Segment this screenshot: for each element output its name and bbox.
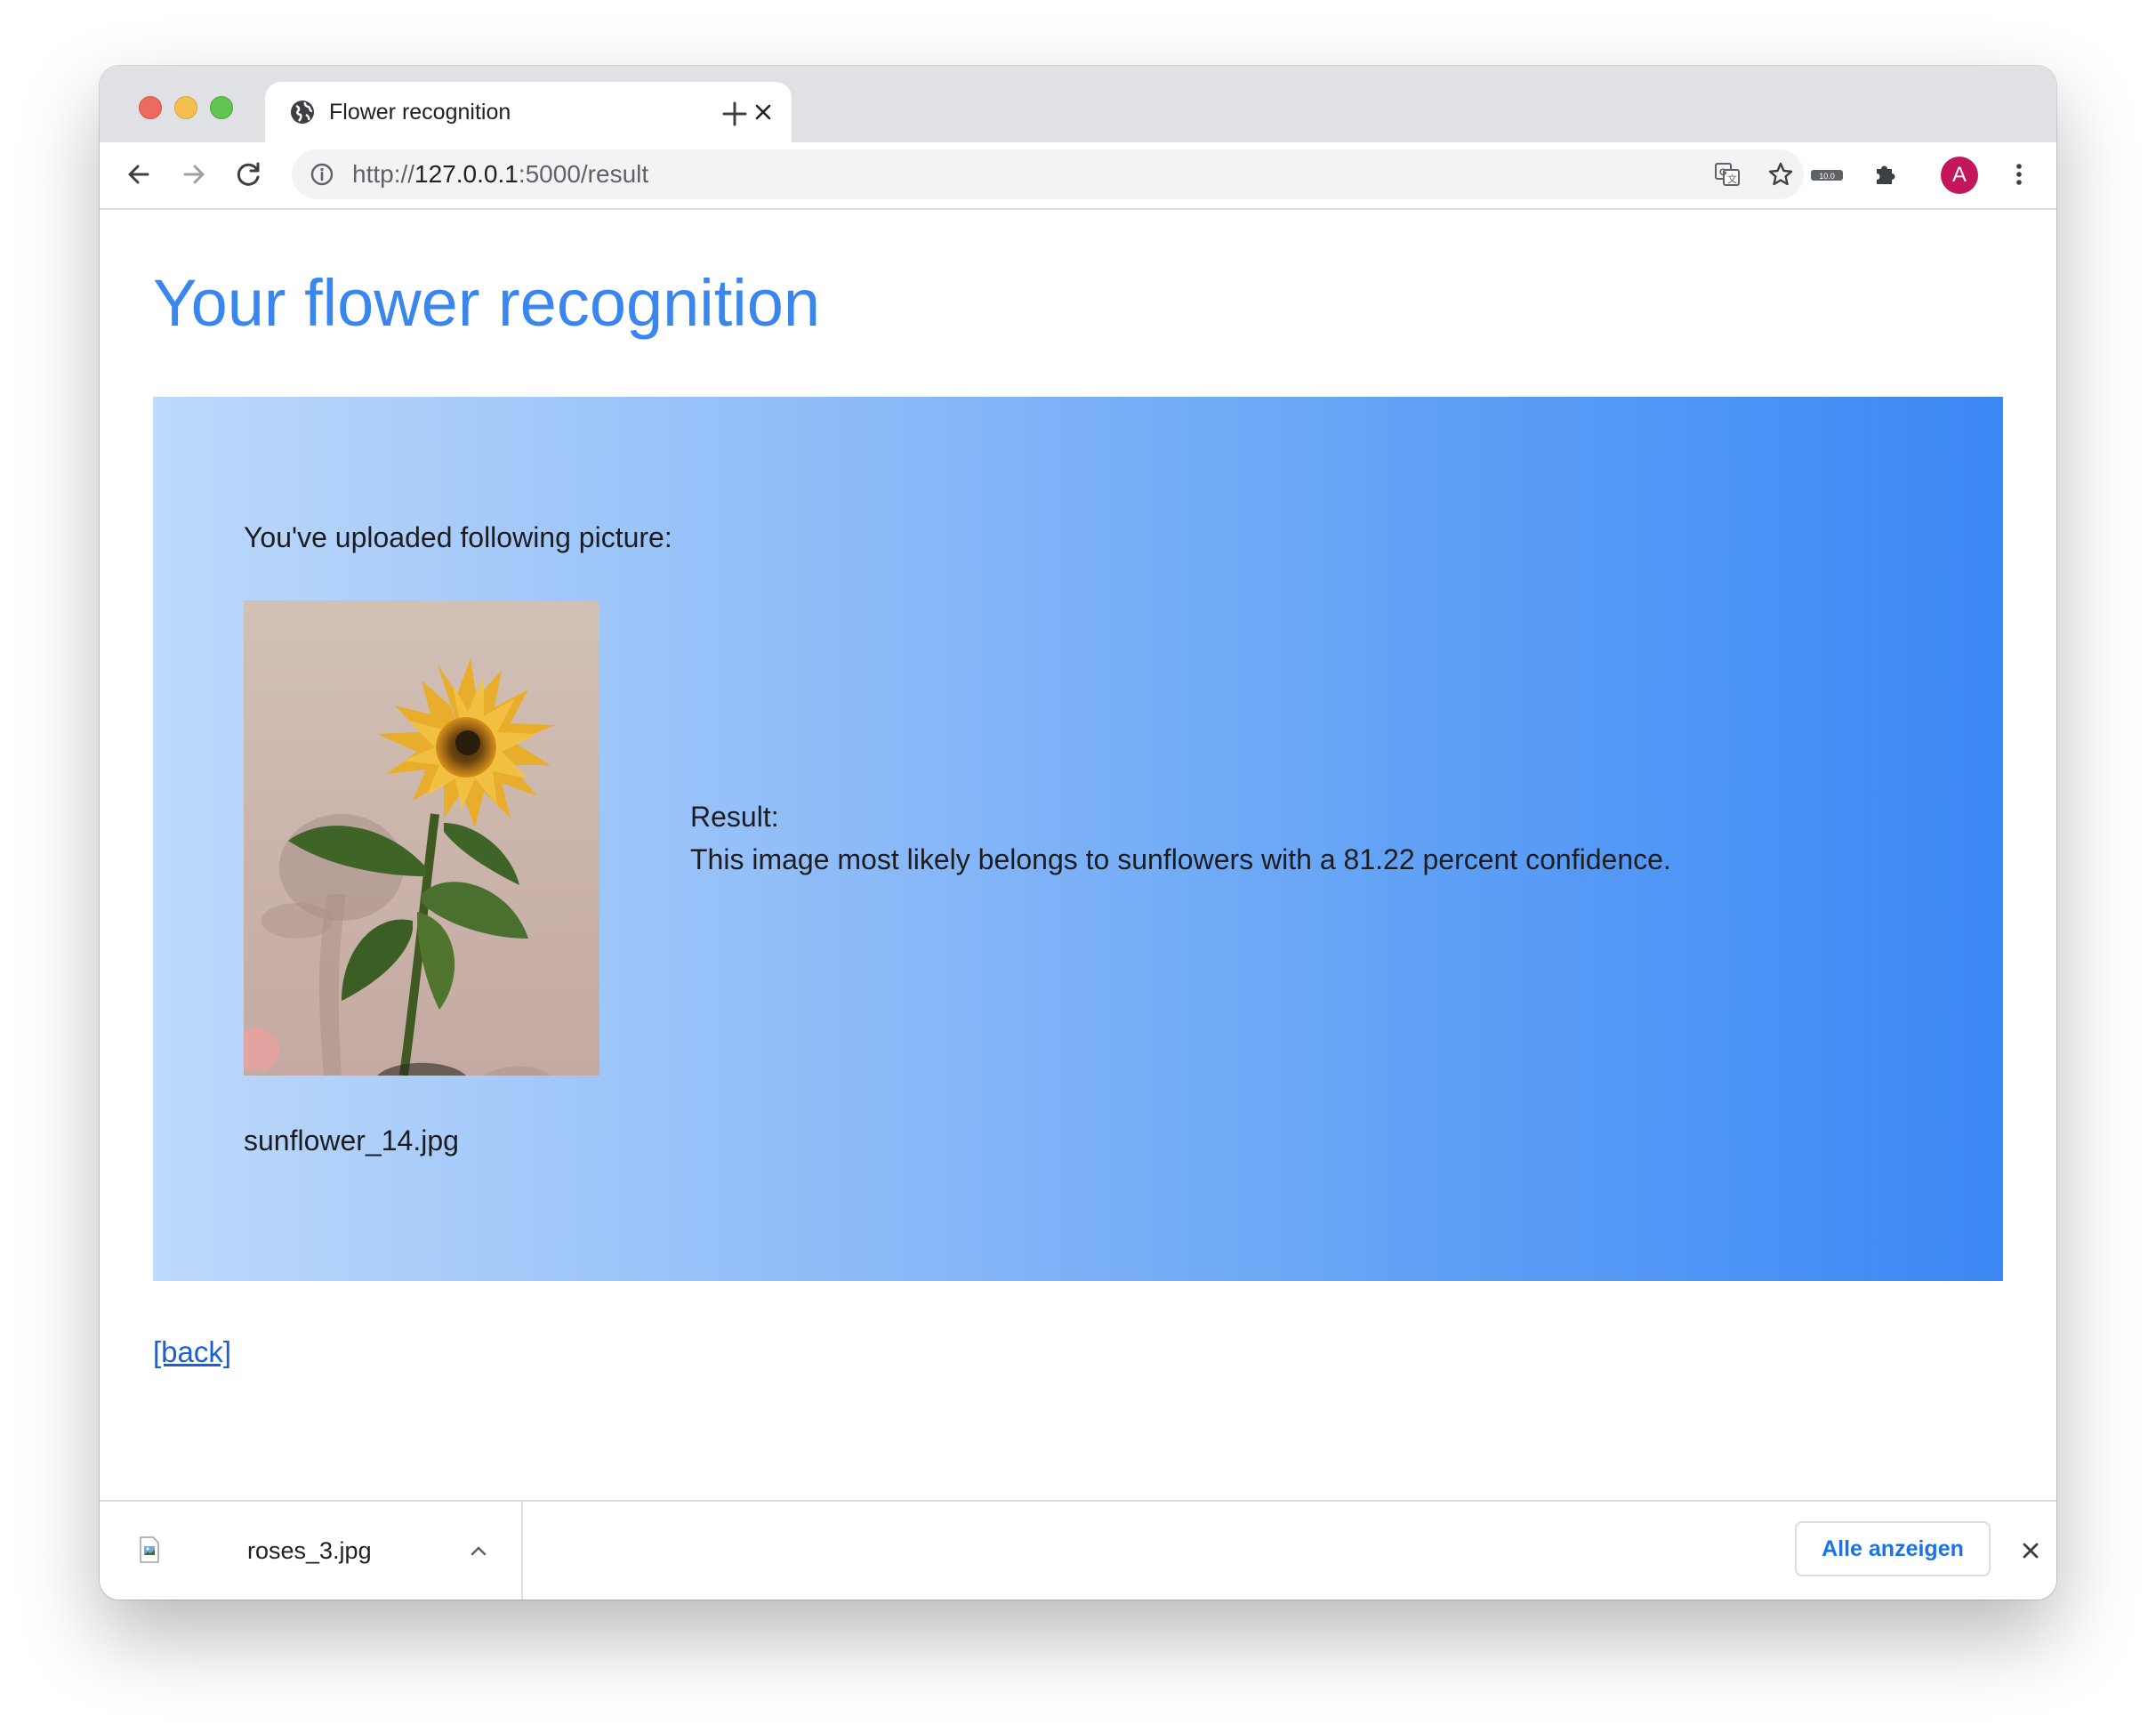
download-item[interactable]: roses_3.jpg (100, 1502, 523, 1600)
uploaded-filename: sunflower_14.jpg (244, 1124, 459, 1157)
page-title: Your flower recognition (153, 266, 821, 340)
info-icon[interactable] (310, 162, 334, 187)
browser-toolbar: http://127.0.0.1:5000/result G 文 10.0 A (100, 142, 2056, 210)
tab-strip: Flower recognition (100, 66, 2056, 142)
address-bar[interactable]: http://127.0.0.1:5000/result G 文 (292, 149, 1804, 199)
svg-text:G: G (1719, 167, 1727, 178)
svg-text:10.0: 10.0 (1819, 172, 1835, 181)
tab-title: Flower recognition (329, 100, 511, 125)
download-file-name: roses_3.jpg (247, 1537, 372, 1564)
tab-flower-recognition[interactable]: Flower recognition (265, 82, 792, 142)
more-vert-icon[interactable] (2003, 158, 2035, 190)
puzzle-icon[interactable] (1870, 158, 1902, 190)
close-icon[interactable] (2017, 1537, 2044, 1564)
download-shelf: roses_3.jpg Alle anzeigen (100, 1500, 2056, 1600)
translate-icon[interactable]: G 文 (1713, 160, 1742, 189)
forward-icon[interactable] (178, 158, 210, 190)
result-label: Result: (690, 801, 779, 833)
avatar[interactable]: A (1941, 157, 1978, 194)
page-content: Your flower recognition You've uploaded … (100, 210, 2056, 1502)
result-text: This image most likely belongs to sunflo… (690, 843, 1671, 875)
close-tab-icon[interactable] (751, 100, 776, 125)
back-link[interactable]: [back] (153, 1334, 231, 1370)
result-panel: You've uploaded following picture: sunfl… (153, 397, 2003, 1281)
reload-icon[interactable] (233, 158, 265, 190)
url-text: http://127.0.0.1:5000/result (352, 160, 649, 188)
new-tab-icon[interactable] (719, 98, 751, 130)
show-all-button[interactable]: Alle anzeigen (1795, 1521, 1991, 1576)
bookmark-star-icon[interactable] (1766, 160, 1795, 189)
back-icon[interactable] (123, 158, 155, 190)
svg-text:文: 文 (1727, 173, 1737, 185)
browser-window: Flower recognition http://127.0.0.1:5000… (100, 66, 2056, 1600)
sunflower-image (244, 601, 599, 1076)
chevron-up-icon[interactable] (466, 1539, 491, 1564)
extension-badge-icon[interactable]: 10.0 (1807, 162, 1846, 189)
file-icon (140, 1536, 159, 1563)
zoom-window-button[interactable] (210, 96, 233, 119)
close-window-button[interactable] (139, 96, 162, 119)
uploaded-label: You've uploaded following picture: (244, 521, 672, 553)
globe-icon (291, 101, 314, 124)
minimize-window-button[interactable] (174, 96, 197, 119)
